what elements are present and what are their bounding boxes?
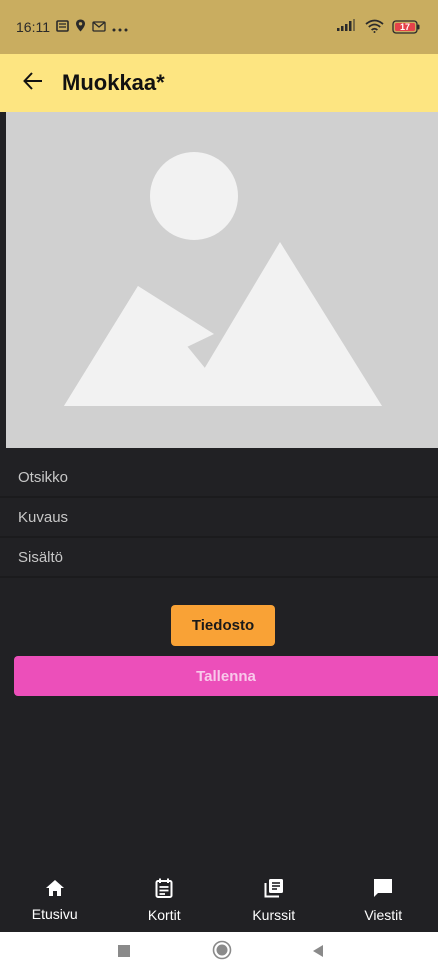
nav-item-label: Kortit: [147, 906, 181, 923]
nav-item-label: Viestit: [364, 906, 403, 923]
description-field[interactable]: Kuvaus: [0, 498, 438, 538]
image-placeholder-icon: [64, 152, 382, 406]
battery-level: 17: [399, 22, 410, 32]
back-button[interactable]: [18, 68, 48, 98]
library-icon: [264, 878, 284, 901]
nav-item-home[interactable]: Etusivu: [0, 868, 110, 932]
status-bar-right: 17: [335, 19, 420, 36]
bottom-navigation: Etusivu Kortit Kurssit Viestit: [0, 868, 438, 932]
save-button[interactable]: Tallenna: [14, 656, 438, 696]
home-icon: [45, 879, 65, 900]
notification-icon: [56, 19, 69, 35]
nav-item-cards[interactable]: Kortit: [110, 868, 220, 932]
nav-item-courses[interactable]: Kurssit: [219, 868, 329, 932]
system-navigation-bar: [0, 932, 438, 965]
status-bar-left: 16:11: [16, 19, 128, 35]
more-icon: [112, 19, 128, 35]
location-icon: [75, 19, 86, 35]
status-time: 16:11: [16, 19, 50, 35]
signal-icon: [335, 19, 357, 35]
arrow-left-icon: [23, 71, 43, 95]
nav-item-label: Kurssit: [252, 906, 296, 923]
home-circle-icon[interactable]: [207, 935, 237, 965]
content-field[interactable]: Sisältö: [0, 538, 438, 578]
wifi-icon: [365, 19, 384, 36]
nav-item-messages[interactable]: Viestit: [329, 868, 438, 932]
app-bar: Muokkaa*: [0, 54, 438, 112]
calendar-icon: [155, 878, 173, 901]
back-triangle-icon[interactable]: [306, 939, 330, 963]
status-bar: 16:11 17: [0, 0, 438, 54]
page-title: Muokkaa*: [62, 70, 165, 95]
image-preview[interactable]: [6, 112, 438, 448]
edit-form: Otsikko Kuvaus Sisältö: [0, 458, 438, 578]
battery-icon: 17: [392, 20, 420, 34]
chat-icon: [373, 878, 393, 901]
title-field[interactable]: Otsikko: [0, 458, 438, 498]
file-button[interactable]: Tiedosto: [171, 605, 275, 646]
nav-item-label: Etusivu: [31, 905, 78, 922]
recent-apps-icon[interactable]: [112, 939, 136, 963]
mail-icon: [92, 19, 106, 35]
